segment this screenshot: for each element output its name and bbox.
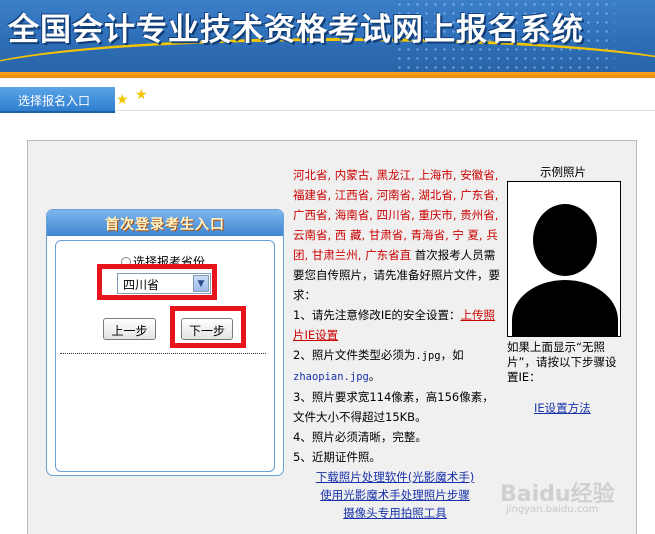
- req3-text: 3、照片要求宽114像素，高156像素，文件大小不得超过15KB。: [293, 390, 494, 424]
- photo-processing-steps-link[interactable]: 使用光影魔术手处理照片步骤: [300, 486, 490, 504]
- login-box-title: 首次登录考生入口: [47, 210, 283, 236]
- province-select-value: 四川省: [123, 278, 160, 292]
- nav-divider: [115, 110, 655, 111]
- system-title: 全国会计专业技术资格考试网上报名系统: [8, 12, 584, 48]
- sample-photo-note: 如果上面显示“无照片”，请按以下步骤设置IE：: [507, 340, 617, 384]
- req4-text: 4、照片必须清晰，完整。: [293, 430, 427, 444]
- instructions: 河北省, 内蒙古, 黑龙江, 上海市, 安徽省, 福建省, 江西省, 河南省, …: [293, 165, 503, 467]
- sample-photo: [507, 181, 621, 337]
- next-step-button[interactable]: 下一步: [181, 318, 233, 340]
- sample-photo-title: 示例照片: [540, 165, 586, 179]
- silhouette-body: [512, 280, 618, 336]
- req2-mid: ，如: [440, 348, 464, 362]
- req2-ext: .jpg: [415, 350, 441, 362]
- header-banner: 全国会计专业技术资格考试网上报名系统: [0, 0, 655, 72]
- star-icon: ★: [116, 92, 129, 108]
- req5-text: 5、近期证件照。: [293, 450, 381, 464]
- req2-text: 2、照片文件类型必须为: [293, 348, 416, 362]
- ie-settings-link[interactable]: IE设置方法: [534, 400, 591, 416]
- tab-select-entry[interactable]: 选择报名入口: [0, 87, 115, 113]
- bottom-links: 下载照片处理软件(光影魔术手) 使用光影魔术手处理照片步骤 摄像头专用拍照工具: [300, 468, 490, 522]
- download-photo-software-link[interactable]: 下载照片处理软件(光影魔术手): [300, 468, 490, 486]
- header-divider: [0, 72, 655, 78]
- webcam-tool-link[interactable]: 摄像头专用拍照工具: [300, 504, 490, 522]
- req1-text: 1、请先注意修改IE的安全设置：: [293, 308, 461, 322]
- req2-end: 。: [368, 369, 381, 383]
- star-icon: ★: [135, 87, 148, 103]
- baidu-watermark: Baidu经验 jingyan.baidu.com: [500, 476, 615, 515]
- silhouette-head: [533, 204, 597, 276]
- req2-example: zhaopian.jpg: [293, 371, 369, 383]
- chevron-down-icon[interactable]: ▼: [193, 275, 209, 292]
- login-box: 首次登录考生入口 选择报考省份: [46, 209, 284, 476]
- dotted-divider: [60, 353, 266, 354]
- nav-bar: 选择报名入口 ★ ★: [0, 84, 655, 114]
- province-select[interactable]: 四川省 ▼: [117, 273, 211, 294]
- prev-step-button[interactable]: 上一步: [103, 318, 156, 340]
